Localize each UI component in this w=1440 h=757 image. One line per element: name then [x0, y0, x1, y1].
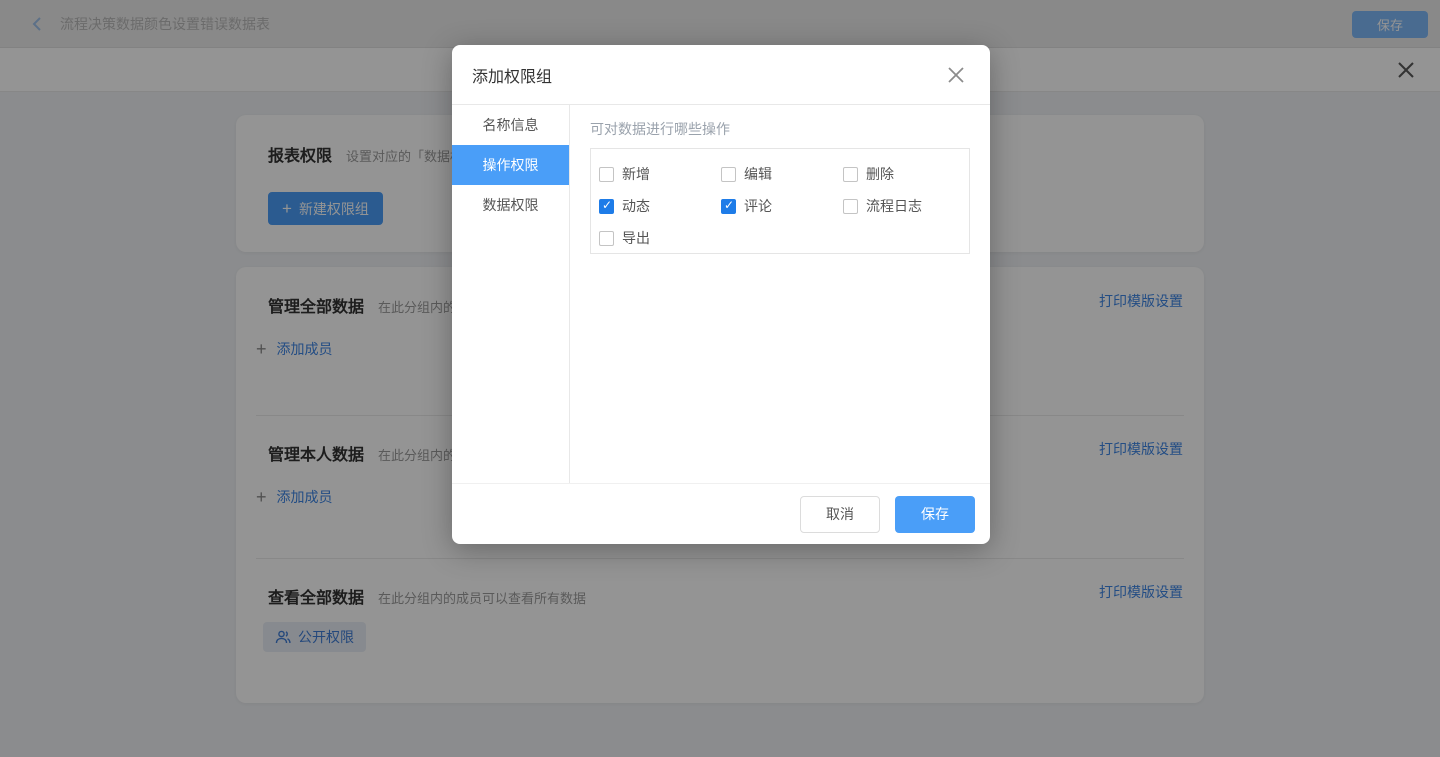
checkbox-comment[interactable]: 评论	[721, 190, 843, 222]
checkbox-box	[843, 167, 858, 182]
tab-operation-permission[interactable]: 操作权限	[452, 145, 569, 185]
checkbox-export[interactable]: 导出	[599, 222, 721, 254]
checkbox-box	[721, 199, 736, 214]
modal-content: 可对数据进行哪些操作 新增 编辑 删除 动态	[570, 105, 990, 483]
checkbox-label: 导出	[622, 228, 650, 248]
checkbox-label: 评论	[744, 196, 772, 216]
checkbox-box	[843, 199, 858, 214]
cancel-button[interactable]: 取消	[800, 496, 880, 533]
checkbox-box	[599, 231, 614, 246]
checkbox-feed[interactable]: 动态	[599, 190, 721, 222]
checkbox-label: 动态	[622, 196, 650, 216]
modal-sidebar: 名称信息 操作权限 数据权限	[452, 105, 570, 483]
add-permission-group-modal: 添加权限组 名称信息 操作权限 数据权限 可对数据进行哪些操作 新增 编辑	[452, 45, 990, 544]
modal-close-icon[interactable]	[944, 63, 968, 87]
modal-footer: 取消 保存	[452, 483, 990, 544]
modal-body: 名称信息 操作权限 数据权限 可对数据进行哪些操作 新增 编辑 删除	[452, 105, 990, 483]
checkbox-label: 删除	[866, 164, 894, 184]
checkbox-label: 新增	[622, 164, 650, 184]
checkbox-label: 编辑	[744, 164, 772, 184]
checkbox-label: 流程日志	[866, 196, 922, 216]
checkbox-box	[599, 167, 614, 182]
checkbox-delete[interactable]: 删除	[843, 158, 965, 190]
checkbox-flow-log[interactable]: 流程日志	[843, 190, 965, 222]
save-button[interactable]: 保存	[895, 496, 975, 533]
checkbox-box	[721, 167, 736, 182]
checkbox-edit[interactable]: 编辑	[721, 158, 843, 190]
checkbox-group: 新增 编辑 删除 动态 评论	[590, 148, 970, 254]
modal-header: 添加权限组	[452, 45, 990, 105]
checkbox-add[interactable]: 新增	[599, 158, 721, 190]
tab-name-info[interactable]: 名称信息	[452, 105, 569, 145]
tab-data-permission[interactable]: 数据权限	[452, 185, 569, 225]
operations-question-label: 可对数据进行哪些操作	[590, 119, 970, 139]
checkbox-box	[599, 199, 614, 214]
modal-title: 添加权限组	[472, 63, 552, 87]
